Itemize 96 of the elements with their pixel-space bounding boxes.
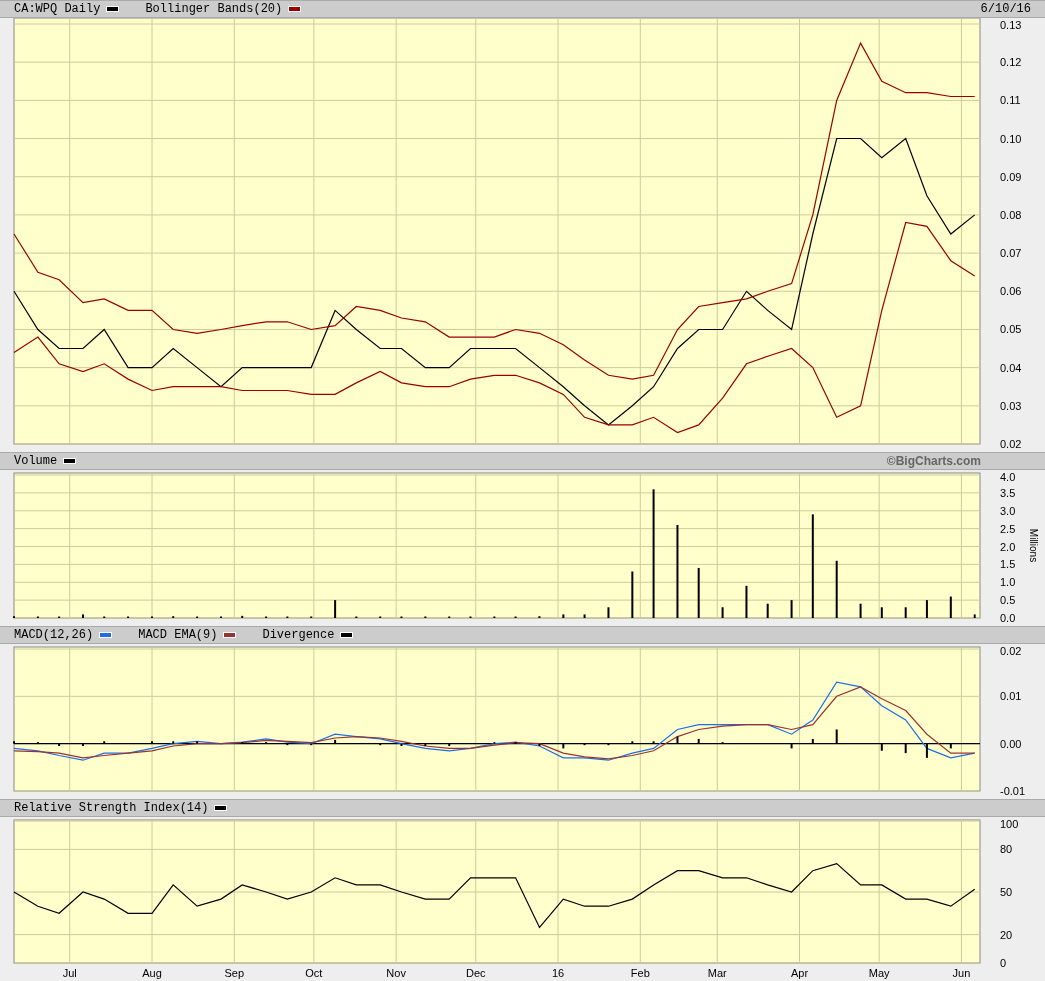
axis-label: 0.03: [1000, 399, 1022, 412]
divergence-bar: [652, 741, 655, 744]
divergence-bar: [949, 743, 952, 749]
divergence-bar: [424, 743, 427, 747]
legend-label: MACD EMA(9): [138, 627, 218, 644]
axis-label: 2.5: [1000, 522, 1016, 535]
copyright-label: ©BigCharts.com: [886, 453, 982, 470]
axis-label: Jun: [952, 967, 971, 979]
axis-label: 3.0: [1000, 504, 1016, 517]
axis-label: Aug: [142, 967, 162, 979]
volume-bar: [925, 600, 928, 618]
volume-bar: [745, 585, 748, 618]
volume-bar: [949, 596, 952, 618]
chart-date: 6/10/16: [980, 1, 1031, 18]
divergence-bar: [583, 743, 586, 746]
volume-bar: [880, 607, 883, 618]
divergence-bar: [811, 738, 814, 744]
divergence-bar: [607, 743, 610, 746]
axis-label: 0.0: [1000, 612, 1016, 624]
axis-label: 0.01: [1000, 690, 1022, 703]
volume-bar: [562, 614, 565, 618]
axis-label: 0.05: [1000, 323, 1022, 336]
axis-label: 16: [551, 967, 565, 979]
volume-bar: [583, 614, 586, 618]
axis-label: 0.00: [1000, 737, 1022, 750]
divergence-bar: [310, 743, 313, 746]
axis-label: 2.0: [1000, 540, 1016, 553]
axis-label: 0.10: [1000, 132, 1022, 145]
axis-label: 0.13: [1000, 19, 1022, 31]
axis-label: 4.0: [1000, 471, 1016, 483]
axis-label: 0.11: [1000, 94, 1021, 107]
axis-label: Dec: [466, 967, 486, 979]
volume-bar: [631, 571, 634, 618]
volume-bar: [835, 560, 838, 618]
axis-label: Oct: [305, 967, 323, 979]
axis-label: May: [868, 967, 890, 979]
volume-bar: [766, 603, 769, 618]
axis-label: 0.09: [1000, 170, 1022, 183]
legend-label: CA:WPQ Daily: [14, 1, 101, 18]
axis-label: 0.04: [1000, 361, 1022, 374]
divergence-bar: [448, 743, 451, 747]
volume-bar: [973, 614, 976, 618]
divergence-bar: [334, 739, 337, 744]
axis-label: 0: [1000, 957, 1007, 969]
volume-bar: [859, 603, 862, 618]
legend-label: Volume: [14, 453, 58, 470]
axis-label: 0.5: [1000, 594, 1016, 607]
volume-bar: [697, 567, 700, 618]
divergence-bar: [172, 741, 175, 744]
divergence-bar: [103, 741, 106, 744]
divergence-bar: [538, 743, 541, 747]
divergence-bar: [196, 741, 199, 744]
divergence-bar: [562, 743, 565, 749]
divergence-bar: [400, 743, 403, 747]
axis-label: Nov: [386, 967, 406, 979]
divergence-bar: [379, 743, 382, 746]
volume-bar: [904, 607, 907, 618]
axis-label: Apr: [791, 967, 809, 979]
axis-label: 1.5: [1000, 558, 1016, 571]
axis-label: 1.0: [1000, 576, 1016, 589]
axis-label: 20: [1000, 928, 1013, 941]
legend-label: Divergence: [262, 627, 335, 644]
divergence-bar: [286, 743, 289, 746]
volume-bar: [721, 607, 724, 618]
axis-label: 0.12: [1000, 56, 1022, 69]
axis-label: Jul: [62, 967, 77, 979]
axis-label: 0.02: [1000, 438, 1022, 450]
volume-bar: [607, 607, 610, 618]
divergence-bar: [631, 741, 634, 744]
divergence-bar: [676, 736, 679, 744]
divergence-bar: [880, 743, 883, 751]
volume-bar: [241, 615, 244, 618]
axis-label: 50: [1000, 886, 1013, 898]
axis-label: 80: [1000, 843, 1013, 856]
legend-label: MACD(12,26): [14, 627, 94, 644]
axis-title: Millions: [1028, 528, 1039, 563]
volume-bar: [334, 600, 337, 618]
divergence-bar: [790, 743, 793, 749]
axis-label: 0.02: [1000, 645, 1022, 657]
axis-label: 0.07: [1000, 247, 1022, 260]
divergence-bar: [904, 743, 907, 754]
axis-label: Mar: [707, 967, 727, 979]
legend-label: Relative Strength Index(14): [14, 800, 209, 817]
axis-label: 3.5: [1000, 486, 1016, 499]
axis-label: Sep: [224, 967, 245, 979]
divergence-bar: [697, 738, 700, 744]
divergence-bar: [58, 743, 61, 747]
axis-label: 0.06: [1000, 285, 1022, 298]
axis-label: 0.08: [1000, 208, 1022, 221]
axis-label: 100: [1000, 818, 1019, 830]
axis-label: -0.01: [1000, 785, 1026, 797]
volume-bar: [790, 600, 793, 618]
legend-label: Bollinger Bands(20): [145, 1, 283, 18]
divergence-bar: [835, 729, 838, 744]
axis-label: Feb: [630, 967, 650, 979]
divergence-bar: [925, 743, 928, 758]
